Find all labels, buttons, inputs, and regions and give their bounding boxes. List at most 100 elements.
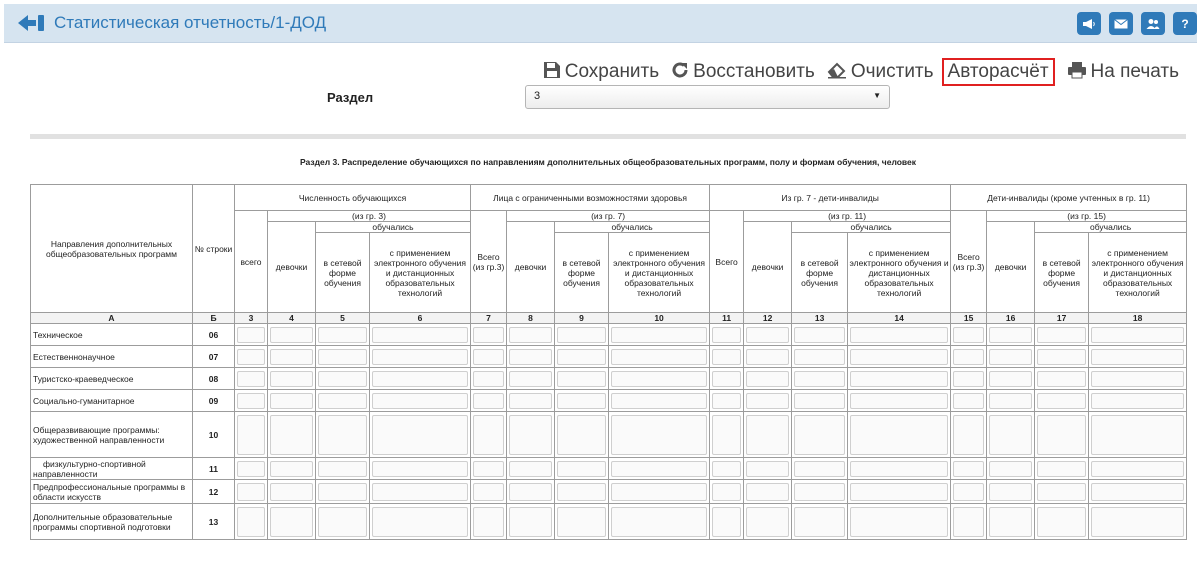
- cell-input[interactable]: [712, 460, 742, 477]
- cell-input[interactable]: [318, 506, 367, 537]
- cell-input[interactable]: [557, 348, 607, 365]
- cell-input[interactable]: [611, 392, 708, 409]
- cell-input[interactable]: [794, 414, 846, 455]
- save-button[interactable]: Сохранить: [543, 61, 659, 84]
- cell-input[interactable]: [746, 392, 790, 409]
- cell-input[interactable]: [794, 506, 846, 537]
- cell-input[interactable]: [372, 460, 469, 477]
- cell-input[interactable]: [318, 326, 367, 343]
- cell-input[interactable]: [237, 414, 265, 455]
- cell-input[interactable]: [1091, 370, 1185, 387]
- cell-input[interactable]: [270, 482, 313, 501]
- cell-input[interactable]: [1091, 348, 1185, 365]
- cell-input[interactable]: [270, 506, 313, 537]
- cell-input[interactable]: [953, 414, 985, 455]
- autocalc-button[interactable]: Авторасчёт: [941, 58, 1055, 86]
- cell-input[interactable]: [989, 326, 1033, 343]
- cell-input[interactable]: [953, 506, 985, 537]
- cell-input[interactable]: [953, 326, 985, 343]
- cell-input[interactable]: [746, 460, 790, 477]
- cell-input[interactable]: [611, 482, 708, 501]
- cell-input[interactable]: [237, 326, 265, 343]
- cell-input[interactable]: [1037, 326, 1087, 343]
- cell-input[interactable]: [318, 414, 367, 455]
- cell-input[interactable]: [1037, 482, 1087, 501]
- cell-input[interactable]: [850, 460, 949, 477]
- cell-input[interactable]: [1091, 460, 1185, 477]
- cell-input[interactable]: [712, 414, 742, 455]
- cell-input[interactable]: [237, 370, 265, 387]
- cell-input[interactable]: [850, 348, 949, 365]
- cell-input[interactable]: [509, 348, 553, 365]
- cell-input[interactable]: [372, 482, 469, 501]
- cell-input[interactable]: [270, 370, 313, 387]
- cell-input[interactable]: [509, 414, 553, 455]
- cell-input[interactable]: [557, 414, 607, 455]
- cell-input[interactable]: [557, 370, 607, 387]
- cell-input[interactable]: [1091, 506, 1185, 537]
- cell-input[interactable]: [318, 482, 367, 501]
- cell-input[interactable]: [509, 482, 553, 501]
- cell-input[interactable]: [989, 392, 1033, 409]
- print-button[interactable]: На печать: [1067, 61, 1179, 84]
- cell-input[interactable]: [372, 506, 469, 537]
- cell-input[interactable]: [611, 414, 708, 455]
- cell-input[interactable]: [794, 482, 846, 501]
- cell-input[interactable]: [557, 506, 607, 537]
- cell-input[interactable]: [712, 370, 742, 387]
- cell-input[interactable]: [372, 414, 469, 455]
- cell-input[interactable]: [850, 506, 949, 537]
- cell-input[interactable]: [318, 348, 367, 365]
- cell-input[interactable]: [746, 326, 790, 343]
- cell-input[interactable]: [237, 506, 265, 537]
- cell-input[interactable]: [509, 326, 553, 343]
- cell-input[interactable]: [794, 392, 846, 409]
- cell-input[interactable]: [237, 348, 265, 365]
- cell-input[interactable]: [509, 460, 553, 477]
- cell-input[interactable]: [712, 326, 742, 343]
- cell-input[interactable]: [270, 392, 313, 409]
- cell-input[interactable]: [712, 348, 742, 365]
- megaphone-icon[interactable]: [1077, 12, 1101, 35]
- cell-input[interactable]: [1037, 460, 1087, 477]
- cell-input[interactable]: [270, 414, 313, 455]
- cell-input[interactable]: [318, 460, 367, 477]
- cell-input[interactable]: [318, 370, 367, 387]
- cell-input[interactable]: [989, 414, 1033, 455]
- cell-input[interactable]: [989, 506, 1033, 537]
- cell-input[interactable]: [1037, 392, 1087, 409]
- cell-input[interactable]: [270, 460, 313, 477]
- cell-input[interactable]: [1091, 326, 1185, 343]
- cell-input[interactable]: [1037, 370, 1087, 387]
- section-select[interactable]: 3 ▼: [525, 85, 890, 109]
- cell-input[interactable]: [318, 392, 367, 409]
- cell-input[interactable]: [1091, 414, 1185, 455]
- cell-input[interactable]: [270, 326, 313, 343]
- cell-input[interactable]: [473, 482, 505, 501]
- cell-input[interactable]: [850, 326, 949, 343]
- cell-input[interactable]: [611, 348, 708, 365]
- cell-input[interactable]: [746, 348, 790, 365]
- cell-input[interactable]: [237, 482, 265, 501]
- cell-input[interactable]: [473, 392, 505, 409]
- back-arrow-icon[interactable]: [16, 12, 46, 34]
- cell-input[interactable]: [473, 370, 505, 387]
- cell-input[interactable]: [1037, 414, 1087, 455]
- cell-input[interactable]: [473, 348, 505, 365]
- cell-input[interactable]: [746, 506, 790, 537]
- cell-input[interactable]: [794, 326, 846, 343]
- cell-input[interactable]: [237, 392, 265, 409]
- cell-input[interactable]: [473, 414, 505, 455]
- cell-input[interactable]: [712, 392, 742, 409]
- cell-input[interactable]: [850, 370, 949, 387]
- cell-input[interactable]: [746, 370, 790, 387]
- cell-input[interactable]: [746, 414, 790, 455]
- cell-input[interactable]: [557, 460, 607, 477]
- cell-input[interactable]: [372, 326, 469, 343]
- cell-input[interactable]: [850, 414, 949, 455]
- cell-input[interactable]: [270, 348, 313, 365]
- cell-input[interactable]: [611, 326, 708, 343]
- cell-input[interactable]: [557, 326, 607, 343]
- cell-input[interactable]: [473, 460, 505, 477]
- cell-input[interactable]: [850, 392, 949, 409]
